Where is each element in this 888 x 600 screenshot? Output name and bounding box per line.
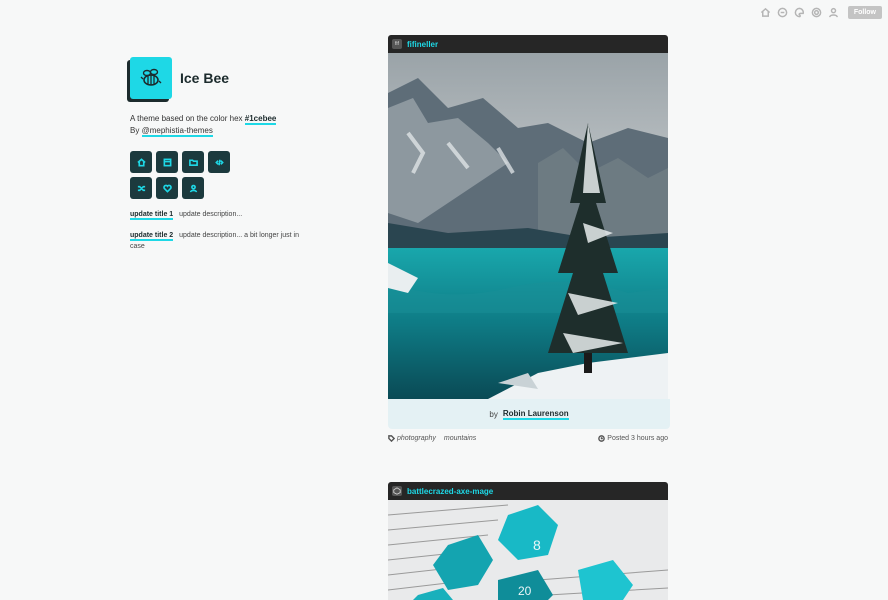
post-username[interactable]: battlecrazed-axe-mage [407, 487, 493, 496]
post-photo[interactable] [388, 53, 668, 399]
heart-icon [162, 184, 172, 193]
nav-code-button[interactable] [208, 151, 230, 173]
update-title[interactable]: update title 1 [130, 211, 174, 220]
nav-about-button[interactable] [182, 177, 204, 199]
caption-by: by [489, 409, 498, 419]
post-photo[interactable]: 8 20 [388, 500, 668, 600]
post-avatar[interactable]: fif [392, 39, 402, 49]
nav-archive-button[interactable] [156, 151, 178, 173]
nav-likes-button[interactable] [156, 177, 178, 199]
nav-icons [130, 151, 240, 199]
nav-shuffle-button[interactable] [130, 177, 152, 199]
caption-author-link[interactable]: Robin Laurenson [502, 409, 569, 420]
blog-title: Ice Bee [180, 70, 230, 86]
message-icon[interactable] [776, 6, 789, 19]
sidebar: Ice Bee A theme based on the color hex #… [130, 57, 310, 252]
update-item: update title 2 update description... a b… [130, 230, 305, 252]
home-icon [136, 157, 146, 166]
svg-text:20: 20 [518, 584, 532, 598]
blog-header: Ice Bee [130, 57, 310, 99]
nav-folder-button[interactable] [182, 151, 204, 173]
tag-link[interactable]: photography [397, 435, 436, 442]
post-avatar[interactable] [392, 486, 402, 496]
update-description: update description... [179, 211, 243, 218]
posted-text: Posted 3 hours ago [607, 435, 668, 442]
follow-button[interactable]: Follow [847, 6, 882, 19]
clock-icon [598, 435, 606, 442]
tag-icon [388, 435, 395, 442]
description-text: A theme based on the color hex [130, 114, 243, 123]
update-title[interactable]: update title 2 [130, 232, 174, 241]
hex-link[interactable]: #1cebee [244, 114, 277, 125]
shuffle-icon [137, 185, 145, 191]
blog-avatar[interactable] [130, 57, 172, 99]
post-timestamp[interactable]: Posted 3 hours ago [598, 435, 668, 442]
user-icon[interactable] [827, 6, 840, 19]
post-tags: photography mountains [388, 435, 484, 442]
code-icon [214, 159, 224, 165]
update-item: update title 1 update description... [130, 209, 305, 220]
archive-icon [163, 158, 171, 166]
description-by: By [130, 126, 140, 135]
post-header: fif fifineller [388, 35, 668, 53]
settings-icon[interactable] [810, 6, 823, 19]
post-caption: by Robin Laurenson [388, 399, 670, 429]
nav-home-button[interactable] [130, 151, 152, 173]
user-icon [189, 184, 197, 192]
dice-avatar-icon [393, 487, 401, 495]
post: fif fifineller by Robin Laurenson photog… [388, 35, 670, 442]
bee-icon [140, 68, 162, 86]
tag-link[interactable]: mountains [444, 435, 476, 442]
svg-text:8: 8 [533, 537, 541, 553]
home-icon[interactable] [759, 6, 772, 19]
post-footer: photography mountains Posted 3 hours ago [388, 435, 668, 442]
blog-controls: Follow [759, 6, 882, 19]
folder-icon [188, 158, 198, 166]
post-header: battlecrazed-axe-mage [388, 482, 668, 500]
blog-description: A theme based on the color hex #1cebee B… [130, 113, 310, 137]
post-username[interactable]: fifineller [407, 40, 438, 49]
palette-icon[interactable] [793, 6, 806, 19]
post: battlecrazed-axe-mage 8 20 [388, 482, 668, 600]
author-link[interactable]: @mephistia-themes [141, 126, 213, 137]
